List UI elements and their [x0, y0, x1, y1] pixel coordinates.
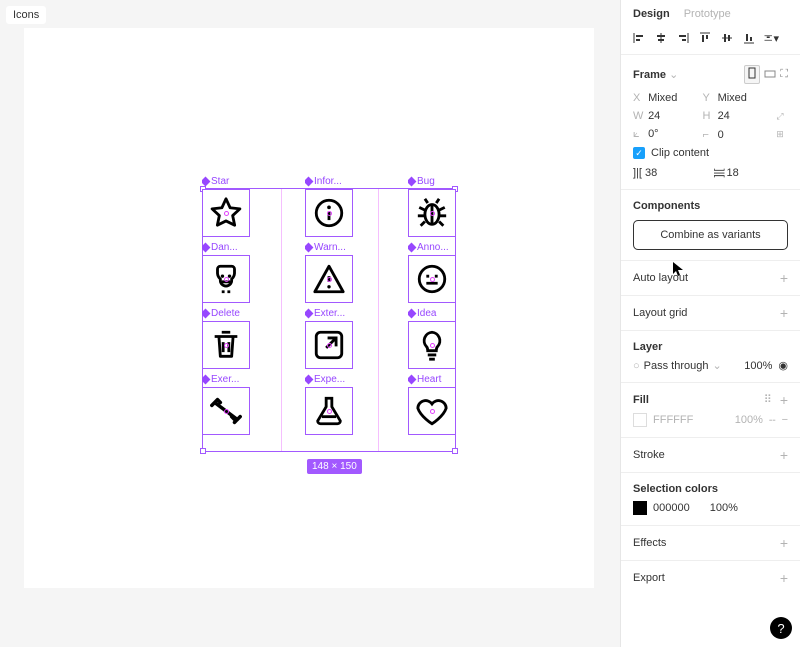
- component-label: Bug: [408, 176, 456, 187]
- clip-content-label: Clip content: [651, 147, 709, 159]
- external-icon[interactable]: [305, 321, 353, 369]
- bug-component[interactable]: Bug: [408, 176, 456, 237]
- canvas-area[interactable]: Icons 148 × 150 Star Infor... Bug Dan... War…: [0, 0, 620, 647]
- stroke-label: Stroke: [633, 449, 665, 461]
- exercise-component[interactable]: Exer...: [202, 374, 250, 435]
- components-section: Components Combine as variants: [621, 190, 800, 261]
- danger-component[interactable]: Dan...: [202, 242, 250, 303]
- opacity-input[interactable]: 100%: [744, 360, 772, 372]
- fill-hidden-icon[interactable]: ╌: [769, 414, 776, 427]
- delete-icon[interactable]: [202, 321, 250, 369]
- resize-landscape-icon[interactable]: [764, 69, 776, 81]
- heart-component[interactable]: Heart: [408, 374, 456, 435]
- anno-icon[interactable]: [408, 255, 456, 303]
- lock-aspect-icon[interactable]: ⤢: [772, 111, 788, 122]
- align-right-icon[interactable]: [675, 30, 691, 46]
- mouse-cursor: [672, 261, 684, 280]
- align-bottom-icon[interactable]: [741, 30, 757, 46]
- export-label: Export: [633, 572, 665, 584]
- vgap-icon: ]|[: [713, 169, 725, 178]
- bug-icon[interactable]: [408, 189, 456, 237]
- warn-component[interactable]: Warn...: [305, 242, 353, 303]
- help-button[interactable]: ?: [770, 617, 792, 639]
- align-vcenter-icon[interactable]: [719, 30, 735, 46]
- idea-component[interactable]: Idea: [408, 308, 456, 369]
- align-hcenter-icon[interactable]: [653, 30, 669, 46]
- align-top-icon[interactable]: [697, 30, 713, 46]
- component-label: Exter...: [305, 308, 353, 319]
- component-label: Anno...: [408, 242, 456, 253]
- clip-content-checkbox[interactable]: ✓: [633, 147, 645, 159]
- y-input[interactable]: Mixed: [718, 92, 747, 104]
- combine-as-variants-button[interactable]: Combine as variants: [633, 220, 788, 250]
- canvas-frame[interactable]: 148 × 150 Star Infor... Bug Dan... Warn... An…: [24, 28, 594, 588]
- selection-dimensions-badge: 148 × 150: [307, 459, 362, 474]
- component-label: Exer...: [202, 374, 250, 385]
- hgap-input[interactable]: 38: [645, 167, 657, 179]
- page-label: Icons: [6, 6, 46, 24]
- component-label: Warn...: [305, 242, 353, 253]
- tab-prototype[interactable]: Prototype: [684, 8, 731, 20]
- exercise-icon[interactable]: [202, 387, 250, 435]
- add-layout-grid-button[interactable]: +: [780, 306, 788, 320]
- frame-section: Frame ⌄ ⛶ X Mixed Y Mixed W 24 H 24 ⤢ ⟀ …: [621, 55, 800, 190]
- star-icon[interactable]: [202, 189, 250, 237]
- experiment-icon[interactable]: [305, 387, 353, 435]
- independent-corners-icon[interactable]: ⊞: [772, 129, 788, 140]
- selection-color-hex[interactable]: 000000: [653, 502, 690, 514]
- component-label: Star: [202, 176, 250, 187]
- selection-color-swatch[interactable]: [633, 501, 647, 515]
- inspector-panel: Design Prototype ▾ Frame ⌄ ⛶ X Mixed: [620, 0, 800, 647]
- external-component[interactable]: Exter...: [305, 308, 353, 369]
- effects-label: Effects: [633, 537, 666, 549]
- anno-component[interactable]: Anno...: [408, 242, 456, 303]
- resize-fit-icon[interactable]: ⛶: [780, 68, 788, 81]
- rotation-icon: ⟀: [633, 128, 645, 141]
- radius-input[interactable]: 0: [718, 129, 724, 141]
- distribute-icon[interactable]: ▾: [763, 30, 779, 46]
- component-label: Delete: [202, 308, 250, 319]
- danger-icon[interactable]: [202, 255, 250, 303]
- rotation-input[interactable]: 0°: [648, 128, 659, 140]
- blend-mode-select[interactable]: Pass through: [644, 360, 709, 372]
- remove-fill-button[interactable]: −: [782, 414, 788, 426]
- star-component[interactable]: Star: [202, 176, 250, 237]
- vgap-input[interactable]: 18: [727, 167, 739, 179]
- frame-label[interactable]: Frame: [633, 69, 666, 81]
- radius-icon: ⌐: [703, 129, 715, 141]
- component-label: Dan...: [202, 242, 250, 253]
- info-component[interactable]: Infor...: [305, 176, 353, 237]
- align-left-icon[interactable]: [631, 30, 647, 46]
- visibility-icon[interactable]: ◉: [778, 359, 788, 372]
- x-input[interactable]: Mixed: [648, 92, 677, 104]
- delete-component[interactable]: Delete: [202, 308, 250, 369]
- component-label: Idea: [408, 308, 456, 319]
- selection-color-opacity[interactable]: 100%: [710, 502, 738, 514]
- idea-icon[interactable]: [408, 321, 456, 369]
- hgap-icon: ]|[: [633, 167, 642, 179]
- alignment-toolbar: ▾: [621, 26, 800, 55]
- component-label: Expe...: [305, 374, 353, 385]
- add-fill-button[interactable]: +: [780, 393, 788, 407]
- add-stroke-button[interactable]: +: [780, 448, 788, 462]
- tab-design[interactable]: Design: [633, 8, 670, 20]
- warn-icon[interactable]: [305, 255, 353, 303]
- info-icon[interactable]: [305, 189, 353, 237]
- component-label: Infor...: [305, 176, 353, 187]
- experiment-component[interactable]: Expe...: [305, 374, 353, 435]
- add-export-button[interactable]: +: [780, 571, 788, 585]
- layout-grid-label[interactable]: Layout grid: [633, 307, 687, 319]
- fill-opacity[interactable]: 100%: [735, 414, 763, 426]
- add-auto-layout-button[interactable]: +: [780, 271, 788, 285]
- fill-swatch[interactable]: [633, 413, 647, 427]
- resize-portrait-icon[interactable]: [744, 65, 760, 84]
- h-input[interactable]: 24: [718, 110, 730, 122]
- add-effect-button[interactable]: +: [780, 536, 788, 550]
- heart-icon[interactable]: [408, 387, 456, 435]
- fill-hex[interactable]: FFFFFF: [653, 414, 693, 426]
- component-label: Heart: [408, 374, 456, 385]
- fill-styles-icon[interactable]: ⠿: [764, 393, 772, 407]
- w-input[interactable]: 24: [648, 110, 660, 122]
- blend-icon: ○: [633, 360, 640, 372]
